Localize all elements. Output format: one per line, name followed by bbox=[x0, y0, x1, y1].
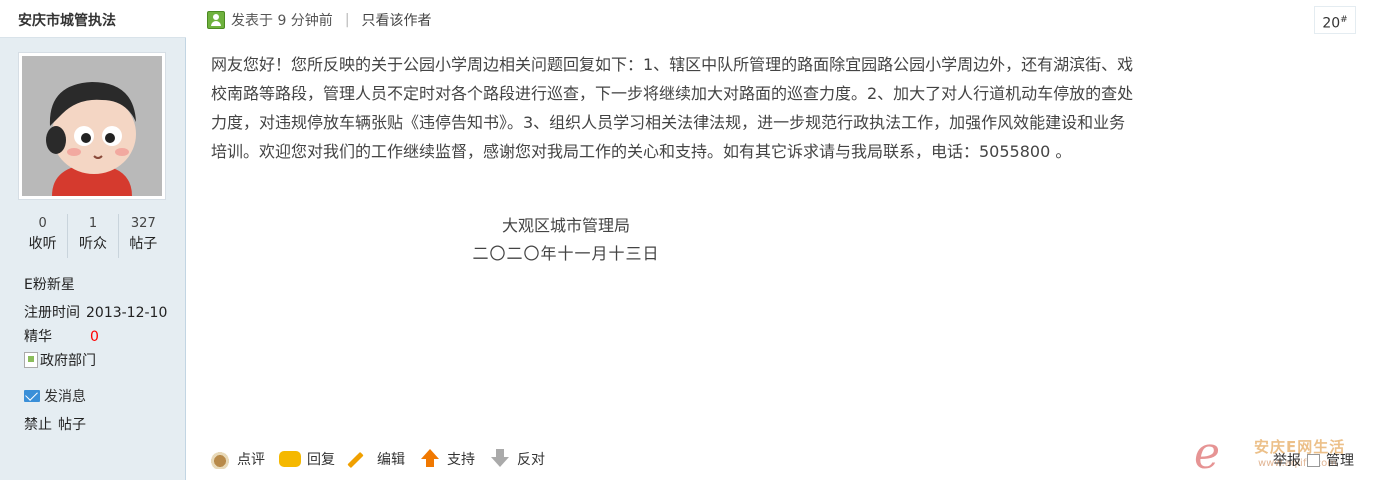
post-header: 发表于 9 分钟前 | 只看该作者 bbox=[207, 10, 432, 30]
group-badge-alt: 政府部门 bbox=[40, 353, 96, 369]
signature-org: 大观区城市管理局 bbox=[501, 216, 630, 235]
signature-date: 二〇二〇年十一月十三日 bbox=[472, 244, 660, 263]
post-signature: 大观区城市管理局 二〇二〇年十一月十三日 bbox=[211, 212, 921, 268]
posted-time: 发表于 9 分钟前 bbox=[231, 13, 333, 29]
stat-posts[interactable]: 327 帖子 bbox=[119, 214, 168, 258]
author-sidebar: 安庆市城管执法 0 收听 1 听众 327 帖子 E粉新星 注册时间 2013-… bbox=[0, 0, 186, 480]
group-badge: 政府部门 bbox=[24, 350, 96, 370]
pencil-icon bbox=[349, 449, 371, 469]
register-time-value: 2013-12-10 bbox=[86, 305, 168, 321]
author-rank[interactable]: E粉新星 bbox=[24, 274, 75, 294]
send-message-link[interactable]: 发消息 bbox=[24, 386, 86, 406]
essence-value[interactable]: 0 bbox=[86, 329, 99, 345]
avatar[interactable] bbox=[22, 56, 162, 196]
post-main: 发表于 9 分钟前 | 只看该作者 20# 网友您好！您所反映的关于公园小学周边… bbox=[187, 0, 1392, 480]
stat-posts-count: 327 bbox=[130, 216, 156, 231]
floor-mark: # bbox=[1340, 15, 1348, 25]
ban-user-link[interactable]: 禁止 bbox=[24, 417, 52, 433]
floor-number[interactable]: 20# bbox=[1314, 6, 1356, 34]
report-link[interactable]: 举报 bbox=[1273, 450, 1301, 470]
post-admin-actions: 举报 管理 bbox=[1267, 450, 1354, 470]
header-divider: | bbox=[344, 12, 350, 28]
essence-label: 精华 bbox=[24, 329, 52, 345]
oppose-label: 反对 bbox=[517, 452, 545, 468]
reply-label: 回复 bbox=[307, 452, 335, 468]
stat-followers-label: 听众 bbox=[78, 236, 107, 252]
manage-label[interactable]: 管理 bbox=[1326, 450, 1354, 470]
support-button[interactable]: 支持 bbox=[419, 449, 475, 469]
mail-icon bbox=[24, 390, 40, 402]
floor-number-value: 20 bbox=[1322, 15, 1341, 32]
stat-following-label: 收听 bbox=[28, 236, 57, 252]
arrow-up-icon bbox=[419, 449, 441, 469]
post-content: 网友您好！您所反映的关于公园小学周边相关问题回复如下：1、辖区中队所管理的路面除… bbox=[211, 55, 1134, 161]
avatar-frame[interactable] bbox=[18, 52, 166, 200]
stat-posts-label: 帖子 bbox=[129, 236, 158, 252]
support-label: 支持 bbox=[447, 452, 475, 468]
ban-posts-link[interactable]: 帖子 bbox=[58, 417, 86, 433]
author-stats: 0 收听 1 听众 327 帖子 bbox=[18, 214, 168, 258]
comment-button[interactable]: 点评 bbox=[209, 449, 265, 469]
comment-cup-icon bbox=[209, 449, 231, 469]
comment-label: 点评 bbox=[237, 452, 265, 468]
essence-row: 精华 0 bbox=[24, 326, 99, 346]
stat-following-count: 0 bbox=[38, 216, 47, 231]
post-actions: 点评 回复 编辑 支持 反对 bbox=[209, 447, 559, 471]
only-author-link[interactable]: 只看该作者 bbox=[362, 10, 432, 30]
reply-button[interactable]: 回复 bbox=[279, 449, 335, 469]
online-user-icon bbox=[207, 11, 225, 29]
edit-label: 编辑 bbox=[377, 452, 405, 468]
edit-button[interactable]: 编辑 bbox=[349, 449, 405, 469]
register-time-label: 注册时间 bbox=[24, 305, 80, 321]
watermark-logo: e bbox=[1194, 428, 1221, 479]
broken-image-icon bbox=[24, 352, 38, 368]
oppose-button[interactable]: 反对 bbox=[489, 449, 545, 469]
reply-bubble-icon bbox=[279, 451, 301, 467]
ban-row: 禁止 帖子 bbox=[24, 414, 92, 434]
stat-followers-count: 1 bbox=[88, 216, 98, 231]
arrow-down-icon bbox=[489, 449, 511, 469]
stat-followers[interactable]: 1 听众 bbox=[68, 214, 119, 258]
register-time-row: 注册时间 2013-12-10 bbox=[24, 302, 167, 322]
send-message-label: 发消息 bbox=[44, 389, 86, 405]
avatar-cartoon-icon bbox=[22, 56, 162, 196]
author-name[interactable]: 安庆市城管执法 bbox=[0, 0, 186, 38]
stat-following[interactable]: 0 收听 bbox=[18, 214, 69, 258]
manage-checkbox[interactable] bbox=[1307, 453, 1320, 467]
